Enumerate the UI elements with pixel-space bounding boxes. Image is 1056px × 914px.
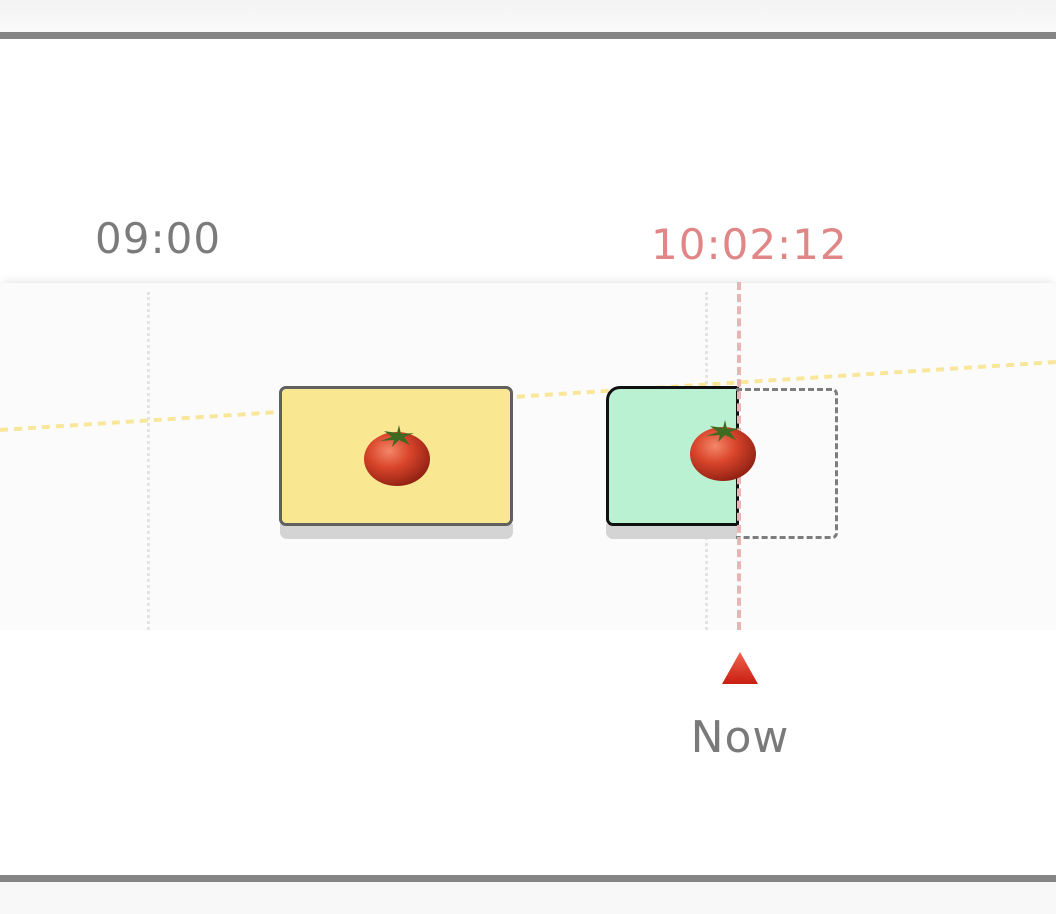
tomato-icon — [364, 425, 430, 486]
hour-label: 09:00 — [95, 214, 222, 263]
session-shadow — [280, 524, 513, 539]
now-marker-triangle-icon — [722, 652, 758, 684]
session-completed[interactable] — [279, 386, 513, 526]
bottom-shade — [0, 882, 1056, 914]
session-shadow — [606, 524, 737, 539]
current-time-label: 10:02:12 — [651, 220, 848, 269]
trend-line — [0, 360, 1056, 432]
now-label: Now — [690, 712, 790, 763]
tomato-icon — [690, 420, 756, 481]
top-shade — [0, 0, 1056, 32]
pomodoro-timeline-app: 09:00 10:02:12 Now — [0, 0, 1056, 914]
